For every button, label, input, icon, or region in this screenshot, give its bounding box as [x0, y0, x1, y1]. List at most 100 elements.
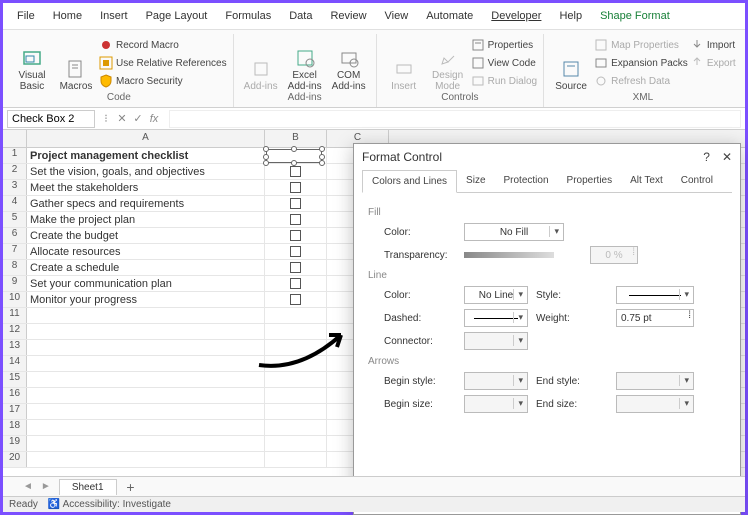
- row-header[interactable]: 2: [3, 164, 27, 179]
- excel-addins-button[interactable]: Excel Add-ins: [284, 36, 326, 92]
- dialog-tab-control[interactable]: Control: [672, 170, 722, 192]
- checkbox[interactable]: [290, 230, 301, 241]
- begin-size-dropdown[interactable]: [464, 395, 528, 413]
- dialog-tab-protection[interactable]: Protection: [495, 170, 558, 192]
- checkbox[interactable]: [290, 278, 301, 289]
- cell-b12[interactable]: [265, 324, 327, 339]
- row-header[interactable]: 1: [3, 148, 27, 163]
- col-header-a[interactable]: A: [27, 130, 265, 147]
- cell-a12[interactable]: [27, 324, 265, 339]
- refresh-data-button[interactable]: Refresh Data: [594, 72, 688, 90]
- menu-shape-format[interactable]: Shape Format: [592, 6, 678, 26]
- checkbox[interactable]: [290, 166, 301, 177]
- cell-b17[interactable]: [265, 404, 327, 419]
- menu-review[interactable]: Review: [322, 6, 374, 26]
- addins-button[interactable]: Add-ins: [240, 36, 282, 92]
- cell-b16[interactable]: [265, 388, 327, 403]
- row-header[interactable]: 8: [3, 260, 27, 275]
- cell-a11[interactable]: [27, 308, 265, 323]
- end-size-dropdown[interactable]: [616, 395, 694, 413]
- menu-automate[interactable]: Automate: [418, 6, 481, 26]
- cell-a3[interactable]: Meet the stakeholders: [27, 180, 265, 195]
- cell-a20[interactable]: [27, 452, 265, 467]
- transparency-spinner[interactable]: 0 %: [590, 246, 638, 264]
- menu-data[interactable]: Data: [281, 6, 320, 26]
- dialog-tab-properties[interactable]: Properties: [558, 170, 622, 192]
- insert-control-button[interactable]: Insert: [383, 36, 425, 92]
- source-button[interactable]: Source: [550, 36, 592, 92]
- menu-file[interactable]: File: [9, 6, 43, 26]
- macro-security-button[interactable]: Macro Security: [99, 72, 227, 90]
- row-header[interactable]: 6: [3, 228, 27, 243]
- line-color-dropdown[interactable]: No Line: [464, 286, 528, 304]
- cell-b8[interactable]: [265, 260, 327, 275]
- cell-b10[interactable]: [265, 292, 327, 307]
- cell-a16[interactable]: [27, 388, 265, 403]
- map-properties-button[interactable]: Map Properties: [594, 36, 688, 54]
- checkbox[interactable]: [290, 262, 301, 273]
- checkbox[interactable]: [290, 294, 301, 305]
- row-header[interactable]: 12: [3, 324, 27, 339]
- cell-a15[interactable]: [27, 372, 265, 387]
- cell-a9[interactable]: Set your communication plan: [27, 276, 265, 291]
- row-header[interactable]: 16: [3, 388, 27, 403]
- connector-dropdown[interactable]: [464, 332, 528, 350]
- checkbox[interactable]: [290, 214, 301, 225]
- visual-basic-button[interactable]: Visual Basic: [11, 36, 53, 92]
- row-header[interactable]: 9: [3, 276, 27, 291]
- dashed-dropdown[interactable]: [464, 309, 528, 327]
- cell-b13[interactable]: [265, 340, 327, 355]
- cell-a10[interactable]: Monitor your progress: [27, 292, 265, 307]
- import-button[interactable]: Import: [690, 36, 736, 54]
- end-style-dropdown[interactable]: [616, 372, 694, 390]
- dialog-tab-size[interactable]: Size: [457, 170, 494, 192]
- enter-icon[interactable]: ✓: [131, 112, 145, 125]
- col-header-b[interactable]: B: [265, 130, 327, 147]
- cell-b20[interactable]: [265, 452, 327, 467]
- row-header[interactable]: 4: [3, 196, 27, 211]
- cell-a14[interactable]: [27, 356, 265, 371]
- cell-a18[interactable]: [27, 420, 265, 435]
- menu-insert[interactable]: Insert: [92, 6, 136, 26]
- expansion-packs-button[interactable]: Expansion Packs: [594, 54, 688, 72]
- menu-page-layout[interactable]: Page Layout: [138, 6, 216, 26]
- export-button[interactable]: Export: [690, 54, 736, 72]
- cell-a8[interactable]: Create a schedule: [27, 260, 265, 275]
- close-icon[interactable]: ✕: [722, 150, 732, 164]
- cell-a7[interactable]: Allocate resources: [27, 244, 265, 259]
- design-mode-button[interactable]: Design Mode: [427, 36, 469, 92]
- cell-a5[interactable]: Make the project plan: [27, 212, 265, 227]
- row-header[interactable]: 18: [3, 420, 27, 435]
- name-box-input[interactable]: [7, 110, 95, 128]
- cell-b14[interactable]: [265, 356, 327, 371]
- cell-b6[interactable]: [265, 228, 327, 243]
- cell-a6[interactable]: Create the budget: [27, 228, 265, 243]
- formula-input[interactable]: [169, 110, 741, 128]
- checkbox[interactable]: [290, 198, 301, 209]
- cell-a1[interactable]: Project management checklist: [27, 148, 265, 163]
- cell-b2[interactable]: [265, 164, 327, 179]
- record-macro-button[interactable]: Record Macro: [99, 36, 227, 54]
- dialog-tab-colors-and-lines[interactable]: Colors and Lines: [362, 170, 457, 193]
- view-code-button[interactable]: View Code: [471, 54, 537, 72]
- row-header[interactable]: 20: [3, 452, 27, 467]
- com-addins-button[interactable]: COM Add-ins: [328, 36, 370, 92]
- properties-button[interactable]: Properties: [471, 36, 537, 54]
- cell-a4[interactable]: Gather specs and requirements: [27, 196, 265, 211]
- line-style-dropdown[interactable]: [616, 286, 694, 304]
- status-accessibility[interactable]: ♿ Accessibility: Investigate: [48, 499, 171, 510]
- cell-a13[interactable]: [27, 340, 265, 355]
- menu-view[interactable]: View: [377, 6, 417, 26]
- dialog-tab-alt-text[interactable]: Alt Text: [621, 170, 672, 192]
- row-header[interactable]: 17: [3, 404, 27, 419]
- tab-nav-prev[interactable]: ◄: [23, 481, 35, 492]
- transparency-slider[interactable]: [464, 252, 554, 258]
- cell-a19[interactable]: [27, 436, 265, 451]
- row-header[interactable]: 7: [3, 244, 27, 259]
- add-sheet-button[interactable]: +: [123, 479, 139, 495]
- run-dialog-button[interactable]: Run Dialog: [471, 72, 537, 90]
- macros-button[interactable]: Macros: [55, 36, 97, 92]
- cell-a2[interactable]: Set the vision, goals, and objectives: [27, 164, 265, 179]
- select-all-corner[interactable]: [3, 130, 27, 147]
- row-header[interactable]: 13: [3, 340, 27, 355]
